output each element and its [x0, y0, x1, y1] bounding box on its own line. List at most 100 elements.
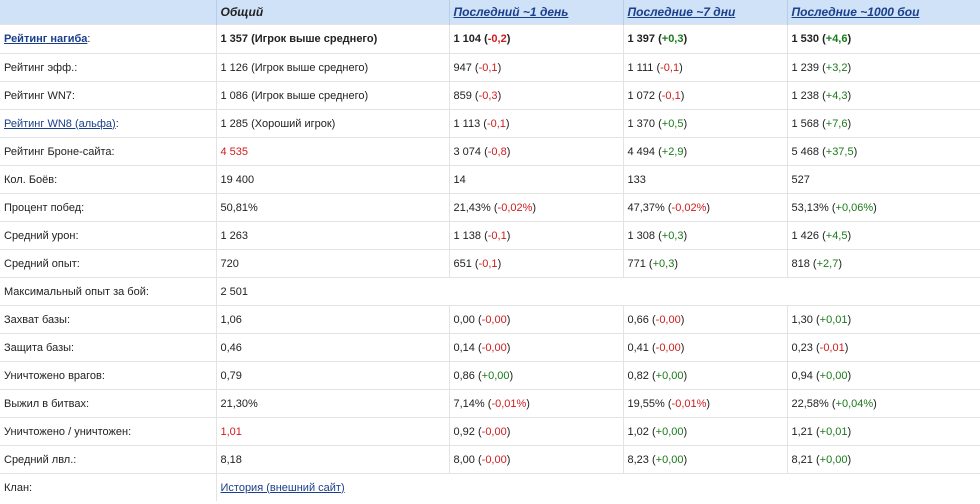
last-day-cell: 7,14% (-0,01%): [448, 389, 623, 418]
stat-delta: +0,3: [661, 229, 684, 242]
row-label-cell: Максимальный опыт за бой:: [0, 277, 216, 306]
header-last-7-days[interactable]: Последние ~7 дни: [622, 0, 787, 25]
row-label: Средний урон:: [4, 229, 79, 242]
stat-value: 0,82: [627, 369, 649, 382]
last-1000-battles-cell: 53,13% (+0,06%): [786, 193, 980, 222]
header-last-1000-battles[interactable]: Последние ~1000 бои: [786, 0, 980, 25]
header-row: Общий Последний ~1 день Последние ~7 дни…: [0, 0, 980, 25]
stats-table: Общий Последний ~1 день Последние ~7 дни…: [0, 0, 980, 501]
sort-last-day-link[interactable]: Последний ~1 день: [454, 5, 569, 19]
stat-value: 1 072: [627, 89, 656, 102]
last-7-days-cell: 1 072 (-0,1): [622, 81, 787, 110]
stat-delta: +0,3: [661, 33, 684, 45]
row-label-cell: Процент побед:: [0, 193, 216, 222]
last-day-cell: 859 (-0,3): [448, 81, 623, 110]
overall-value-cell: 1 357 (Игрок выше среднего): [215, 24, 449, 54]
row-label-cell: Кол. Боёв:: [0, 165, 216, 194]
sort-last-1000-battles-link[interactable]: Последние ~1000 бои: [792, 5, 920, 19]
last-1000-battles-cell: 818 (+2,7): [786, 249, 980, 278]
last-1000-battles-cell: 1,30 (+0,01): [786, 305, 980, 334]
stat-value: 1 397: [627, 33, 656, 45]
last-1000-battles-cell: 1 568 (+7,6): [786, 109, 980, 138]
stat-value: 771: [627, 257, 646, 270]
table-row: Уничтожено / уничтожен: 1,01 0,92 (-0,00) 1…: [0, 417, 980, 446]
stat-value: 651: [453, 257, 472, 270]
stat-value: 1 239: [791, 61, 820, 74]
stat-delta: +0,01: [819, 313, 848, 326]
stat-value: 0,23: [791, 341, 813, 354]
last-day-cell: 0,86 (+0,00): [448, 361, 623, 390]
overall-value-cell: 1,01: [215, 417, 449, 446]
last-7-days-cell: 47,37% (-0,02%): [622, 193, 787, 222]
last-day-cell: 651 (-0,1): [448, 249, 623, 278]
row-label-cell: Средний лвл.:: [0, 445, 216, 474]
overall-value-cell: 1 086 (Игрок выше среднего): [215, 81, 449, 110]
overall-value: 720: [220, 257, 239, 270]
last-7-days-cell: 4 494 (+2,9): [622, 137, 787, 166]
overall-value: 8,18: [220, 453, 242, 466]
table-row: Кол. Боёв: 19 400 14 133 527: [0, 165, 980, 194]
row-label-cell[interactable]: Рейтинг нагиба:: [0, 24, 216, 54]
overall-value: 19 400: [220, 173, 255, 186]
overall-value: 21,30%: [220, 397, 258, 410]
row-label-link[interactable]: Рейтинг нагиба: [4, 33, 87, 45]
stat-delta: -0,1: [478, 61, 498, 74]
stat-value: 0,00: [453, 313, 475, 326]
stat-delta: -0,00: [481, 313, 507, 326]
stat-delta: +0,5: [661, 117, 684, 130]
last-day-cell: 14: [448, 165, 623, 194]
last-7-days-cell: 0,41 (-0,00): [622, 333, 787, 362]
last-day-cell: 0,00 (-0,00): [448, 305, 623, 334]
stat-value: 3 074: [453, 145, 482, 158]
stat-value: 1,02: [627, 425, 649, 438]
stat-delta: -0,01: [819, 341, 845, 354]
overall-value: 0,46: [220, 341, 242, 354]
stat-delta: -0,1: [660, 61, 680, 74]
overall-value-cell: 0,79: [215, 361, 449, 390]
row-label: Защита базы:: [4, 341, 75, 354]
overall-value-cell: 19 400: [215, 165, 449, 194]
overall-value-cell: 8,18: [215, 445, 449, 474]
last-1000-battles-cell: 1 530 (+4,6): [786, 24, 980, 54]
stat-delta: +4,5: [825, 229, 848, 242]
stat-delta: -0,00: [655, 313, 681, 326]
stat-value: 8,23: [627, 453, 649, 466]
overall-value: 50,81%: [220, 201, 258, 214]
sort-last-7-days-link[interactable]: Последние ~7 дни: [628, 5, 736, 19]
stat-delta: -0,02%: [497, 201, 533, 214]
clan-history-link[interactable]: История (внешний сайт): [221, 482, 345, 494]
stat-value: 7,14%: [453, 397, 485, 410]
row-label-cell: Уничтожено / уничтожен:: [0, 417, 216, 446]
last-7-days-cell: 1 370 (+0,5): [622, 109, 787, 138]
stat-value: 1 104: [453, 33, 482, 45]
overall-value: 1 086 (Игрок выше среднего): [220, 89, 369, 102]
row-label-link[interactable]: Рейтинг WN8 (альфа): [4, 118, 116, 130]
overall-value-cell: 1 126 (Игрок выше среднего): [215, 53, 449, 82]
table-row: Рейтинг эфф.: 1 126 (Игрок выше среднего)…: [0, 53, 980, 82]
stat-value: 0,86: [453, 369, 475, 382]
table-row: Выжил в битвах: 21,30% 7,14% (-0,01%) 19,55…: [0, 389, 980, 418]
table-row: Процент побед: 50,81% 21,43% (-0,02%) 47,37…: [0, 193, 980, 222]
last-day-cell: 0,92 (-0,00): [448, 417, 623, 446]
table-row: Рейтинг WN8 (альфа): 1 285 (Хороший игрок…: [0, 109, 980, 138]
overall-value: 1,01: [220, 425, 242, 438]
last-1000-battles-cell: 1,21 (+0,01): [786, 417, 980, 446]
last-7-days-cell: 133: [622, 165, 787, 194]
last-day-cell: 3 074 (-0,8): [448, 137, 623, 166]
stat-delta: -0,01%: [671, 397, 707, 410]
last-1000-battles-cell: 8,21 (+0,00): [786, 445, 980, 474]
stat-value: 19,55%: [627, 397, 665, 410]
last-1000-battles-cell: 5 468 (+37,5): [786, 137, 980, 166]
overall-value: 4 535: [220, 145, 249, 158]
last-1000-battles-cell: 1 426 (+4,5): [786, 221, 980, 250]
row-label-cell[interactable]: Рейтинг WN8 (альфа):: [0, 109, 216, 138]
stat-value: 4 494: [627, 145, 656, 158]
last-7-days-cell: 1,02 (+0,00): [622, 417, 787, 446]
stat-delta: +0,04%: [835, 397, 874, 410]
stat-delta: +2,7: [816, 257, 839, 270]
overall-value: 0,79: [220, 369, 242, 382]
last-day-cell: 8,00 (-0,00): [448, 445, 623, 474]
overall-value-cell[interactable]: История (внешний сайт): [215, 473, 980, 501]
overall-value-cell: 1 285 (Хороший игрок): [215, 109, 449, 138]
header-last-day[interactable]: Последний ~1 день: [448, 0, 623, 25]
